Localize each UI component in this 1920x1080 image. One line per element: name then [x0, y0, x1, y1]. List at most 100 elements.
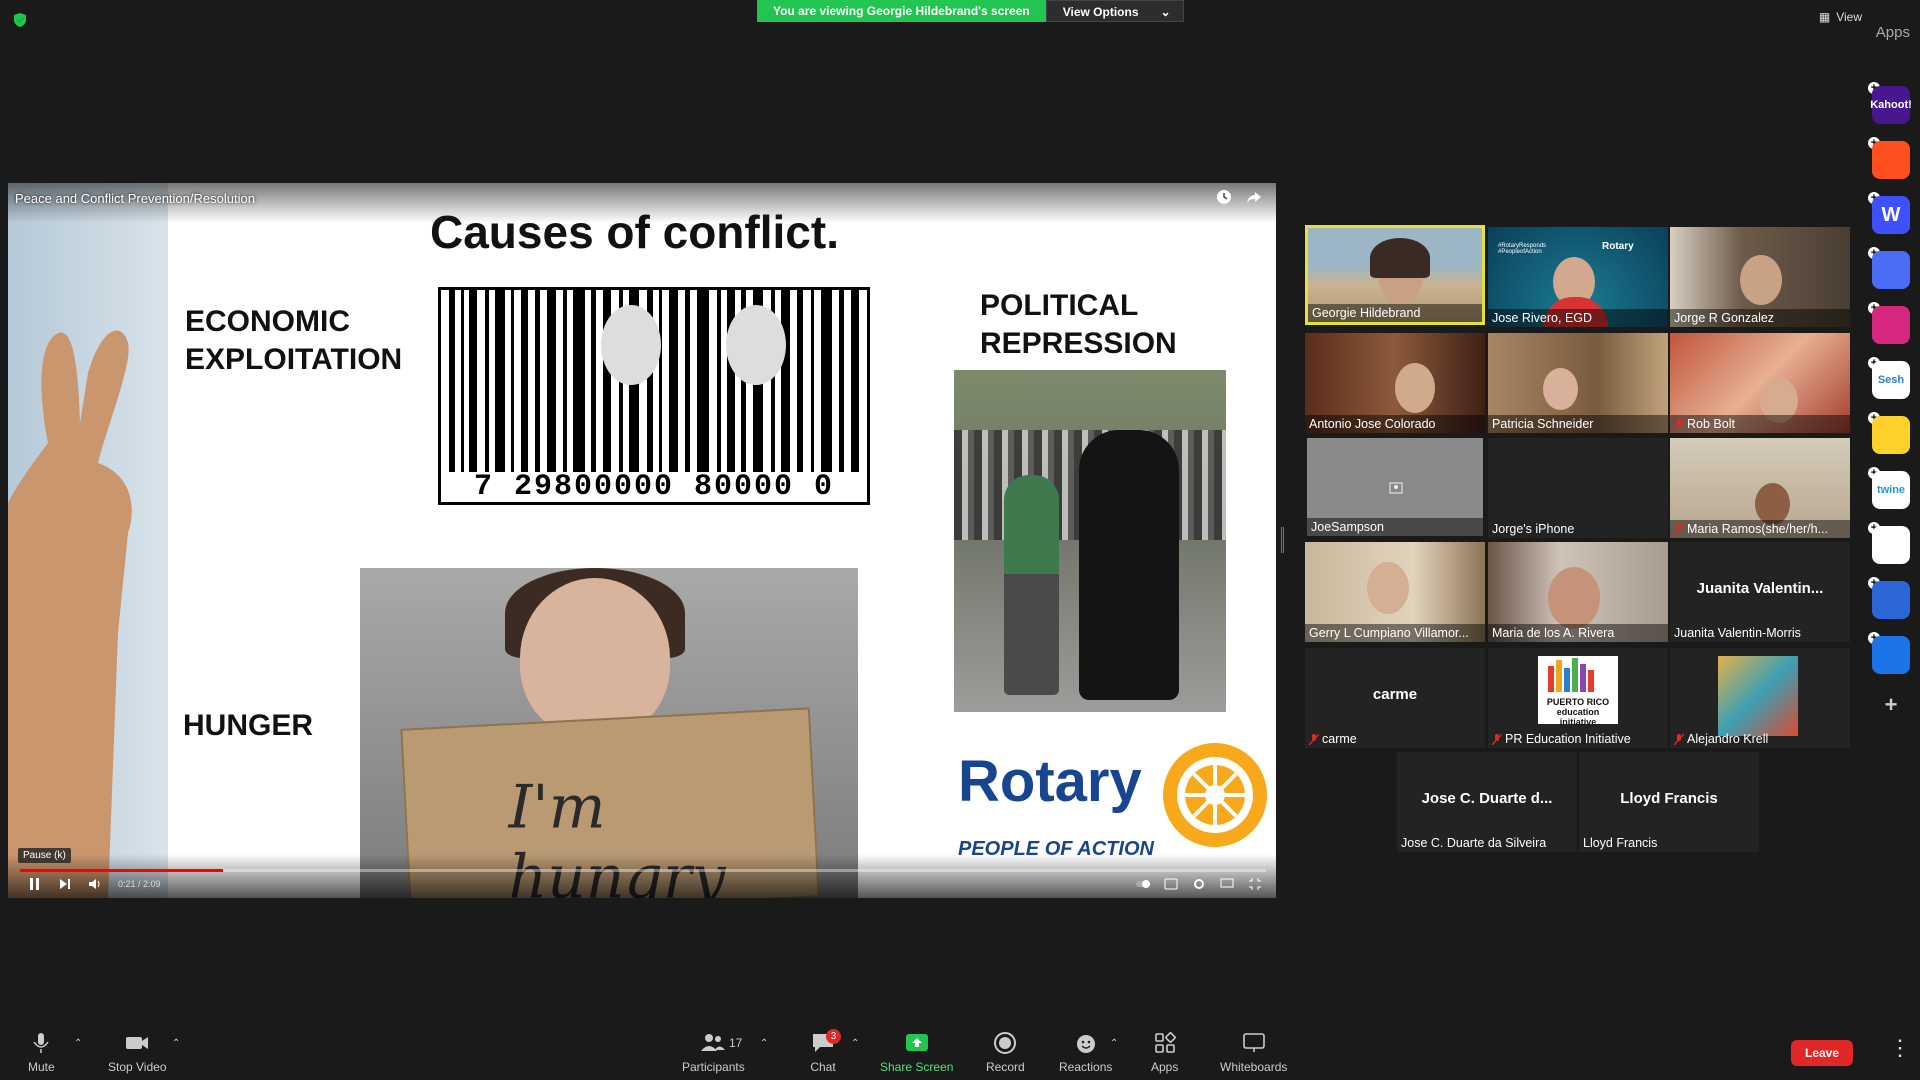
barcode-bars-icon — [449, 290, 859, 480]
video-progress-bar[interactable] — [20, 869, 1266, 872]
sesh-app-icon[interactable]: Sesh — [1872, 361, 1910, 399]
participants-count: 17 — [729, 1036, 743, 1050]
autoplay-toggle-icon[interactable] — [1136, 877, 1150, 891]
share-top-controls — [1216, 189, 1262, 205]
child-face — [520, 578, 670, 738]
participant-name: Jose C. Duarte da Silveira — [1401, 836, 1547, 850]
participant-tile[interactable]: #RotaryResponds #PeopleofAction Rotary J… — [1488, 227, 1668, 327]
muted-mic-icon — [1309, 733, 1319, 745]
app-orange-icon[interactable] — [1872, 141, 1910, 179]
reactions-button[interactable]: Reactions — [1059, 1030, 1112, 1074]
pause-icon[interactable] — [28, 877, 42, 891]
mute-options-caret-icon[interactable]: ⌃ — [74, 1038, 82, 1049]
twine-app-icon[interactable]: twine — [1872, 471, 1910, 509]
view-button[interactable]: ▦ View — [1819, 10, 1862, 24]
apps-button[interactable]: Apps — [1151, 1030, 1178, 1074]
reactions-options-caret-icon[interactable]: ⌃ — [1110, 1038, 1118, 1049]
chat-unread-badge: 3 — [826, 1029, 841, 1044]
label-hunger: HUNGER — [183, 709, 314, 742]
participant-tile[interactable]: Antonio Jose Colorado — [1305, 333, 1485, 433]
participant-avatar-art — [1718, 656, 1798, 736]
share-screen-label: Share Screen — [880, 1060, 954, 1074]
leave-button[interactable]: Leave — [1791, 1040, 1853, 1066]
app-blue-circle-icon[interactable] — [1872, 251, 1910, 289]
participant-tile[interactable]: PUERTO RICO education initiative PR Educ… — [1488, 648, 1668, 748]
video-options-caret-icon[interactable]: ⌃ — [172, 1038, 180, 1049]
screen-share-banner: You are viewing Georgie Hildebrand's scr… — [757, 0, 1184, 22]
volume-icon[interactable] — [88, 877, 102, 891]
muted-mic-icon — [1674, 523, 1684, 535]
participant-tile[interactable]: Maria de los A. Rivera — [1488, 542, 1668, 642]
app-grid-icon[interactable] — [1872, 526, 1910, 564]
mute-button[interactable]: Mute — [28, 1030, 55, 1074]
barcode-number: 7 29800000 80000 0 — [441, 472, 867, 502]
participant-tile[interactable]: Juanita Valentin... Juanita Valentin-Mor… — [1670, 542, 1850, 642]
security-shield-icon[interactable] — [12, 12, 28, 28]
rotary-wheel-icon — [1163, 743, 1267, 847]
add-more-apps-icon[interactable]: + — [1872, 686, 1910, 724]
cast-icon[interactable] — [1220, 877, 1234, 891]
participant-tile[interactable]: Lloyd Francis Lloyd Francis — [1579, 752, 1759, 852]
old-man-figure — [1004, 475, 1059, 695]
label-political-line1: POLITICAL — [980, 289, 1139, 322]
participant-tile[interactable]: Gerry L Cumpiano Villamor... — [1305, 542, 1485, 642]
wordwall-app-icon[interactable]: W — [1872, 196, 1910, 234]
participant-name: JoeSampson — [1307, 518, 1483, 536]
participant-tile[interactable]: JoeSampson — [1307, 438, 1483, 536]
participant-name: PR Education Initiative — [1488, 730, 1668, 748]
participant-name: Alejandro Krell — [1670, 730, 1850, 748]
participant-tile[interactable]: Jose C. Duarte d... Jose C. Duarte da Si… — [1397, 752, 1577, 852]
zoom-window: You are viewing Georgie Hildebrand's scr… — [0, 0, 1920, 1080]
panel-splitter-handle[interactable] — [1281, 527, 1284, 553]
video-player-bar — [8, 854, 1276, 898]
app-sync-icon[interactable] — [1872, 581, 1910, 619]
shared-screen[interactable]: Peace and Conflict Prevention/Resolution… — [8, 183, 1276, 898]
rotary-responds-text: #RotaryResponds #PeopleofAction — [1498, 243, 1547, 255]
view-options-dropdown[interactable]: View Options ⌄ — [1045, 0, 1184, 22]
record-label: Record — [986, 1060, 1025, 1074]
more-options-icon[interactable]: ⋮ — [1889, 1035, 1911, 1061]
captions-icon[interactable] — [1164, 877, 1178, 891]
exit-fullscreen-icon[interactable] — [1248, 877, 1262, 891]
participant-name: Lloyd Francis — [1583, 836, 1658, 850]
participant-tile[interactable]: Maria Ramos(she/her/h... — [1670, 438, 1850, 538]
pause-tooltip: Pause (k) — [18, 848, 71, 863]
participant-tile[interactable]: Patricia Schneider — [1488, 333, 1668, 433]
app-smiley-icon[interactable] — [1872, 416, 1910, 454]
participant-name: Antonio Jose Colorado — [1305, 415, 1485, 433]
participant-name: Jose Rivero, EGD — [1488, 309, 1668, 327]
clock-icon[interactable] — [1216, 189, 1232, 205]
share-arrow-icon[interactable] — [1246, 189, 1262, 205]
stop-video-button[interactable]: Stop Video — [108, 1030, 167, 1074]
kahoot-app-icon[interactable]: Kahoot! — [1870, 86, 1912, 124]
rotary-small-logo: Rotary — [1602, 241, 1634, 252]
muted-mic-icon — [1674, 418, 1684, 430]
participants-options-caret-icon[interactable]: ⌃ — [760, 1038, 768, 1049]
chat-options-caret-icon[interactable]: ⌃ — [851, 1038, 859, 1049]
peace-hand-image — [8, 183, 168, 898]
participant-tile[interactable]: Jorge R Gonzalez — [1670, 227, 1850, 327]
settings-gear-icon[interactable] — [1192, 877, 1206, 891]
participant-name: carme — [1305, 730, 1485, 748]
participant-tile[interactable]: Rob Bolt — [1670, 333, 1850, 433]
app-pink-icon[interactable] — [1872, 306, 1910, 344]
pr-education-logo: PUERTO RICO education initiative — [1538, 656, 1618, 727]
app-blue-icon[interactable] — [1872, 636, 1910, 674]
participant-tile[interactable]: Alejandro Krell — [1670, 648, 1850, 748]
participant-tile[interactable]: Georgie Hildebrand — [1305, 225, 1485, 325]
gallery-view-icon: ▦ — [1818, 10, 1831, 24]
reactions-label: Reactions — [1059, 1060, 1113, 1074]
participant-face — [1755, 483, 1790, 525]
participant-tile[interactable]: carme carme — [1305, 648, 1485, 748]
participant-face — [1543, 368, 1578, 410]
participant-name: Jorge R Gonzalez — [1670, 309, 1850, 327]
riot-police-figure — [1079, 430, 1179, 700]
video-time: 0:21 / 2:09 — [118, 879, 161, 889]
participant-display-name: Juanita Valentin... — [1696, 580, 1824, 597]
view-button-label: View — [1836, 10, 1862, 24]
share-screen-button[interactable]: Share Screen — [880, 1030, 953, 1074]
participant-tile[interactable]: Jorge's iPhone — [1488, 438, 1668, 538]
next-icon[interactable] — [58, 877, 72, 891]
record-button[interactable]: Record — [986, 1030, 1025, 1074]
whiteboards-button[interactable]: Whiteboards — [1220, 1030, 1287, 1074]
